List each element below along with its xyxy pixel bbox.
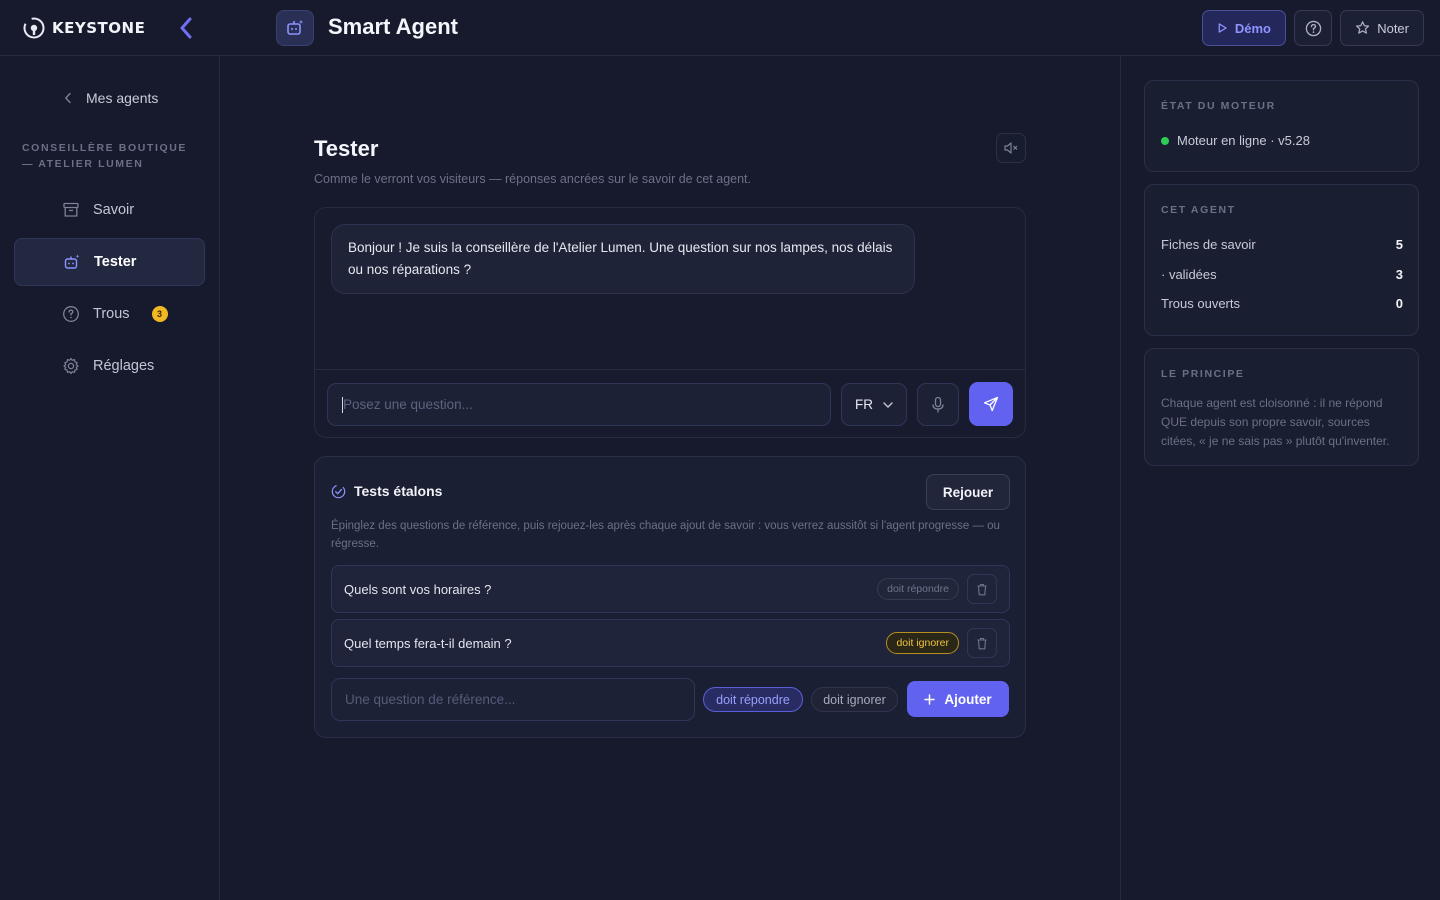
test-row: Quel temps fera-t-il demain ? doit ignor…	[331, 619, 1010, 667]
agent-stats-label: CET AGENT	[1161, 204, 1236, 216]
microphone-button[interactable]	[917, 383, 959, 426]
gaps-count-badge: 3	[151, 306, 168, 322]
delete-test-button[interactable]	[967, 574, 997, 604]
back-link-label: Mes agents	[86, 90, 159, 106]
stat-row: · validées 3	[1161, 267, 1403, 282]
demo-button-label: Démo	[1234, 20, 1271, 36]
microphone-icon	[932, 396, 944, 412]
check-circle-icon	[331, 484, 346, 498]
delete-test-button[interactable]	[967, 628, 997, 658]
chevron-left-icon	[180, 17, 192, 39]
expectation-badge[interactable]: doit ignorer	[886, 632, 959, 654]
stat-name: Fiches de savoir	[1161, 237, 1256, 252]
send-button[interactable]	[969, 382, 1013, 426]
chat-input-placeholder: Posez une question...	[343, 397, 473, 412]
engine-status-text: Moteur en ligne · v5.28	[1177, 133, 1310, 148]
question-circle-icon	[62, 305, 80, 323]
send-icon	[983, 396, 999, 412]
chevron-left-icon	[64, 92, 71, 104]
archive-icon	[62, 201, 80, 219]
robot-icon	[63, 253, 81, 271]
stat-row: Trous ouverts 0	[1161, 296, 1403, 311]
sidebar-item-label: Tester	[94, 254, 137, 270]
stat-value: 3	[1395, 267, 1403, 282]
brand-name: KEYSTONE	[52, 19, 146, 37]
stat-name: · validées	[1161, 267, 1217, 282]
language-select[interactable]: FR	[841, 383, 907, 426]
test-question: Quels sont vos horaires ?	[344, 581, 492, 597]
test-row: Quels sont vos horaires ? doit répondre	[331, 565, 1010, 613]
sidebar-item-label: Trous	[93, 306, 130, 322]
info-panel: ÉTAT DU MOTEUR Moteur en ligne · v5.28 C…	[1120, 56, 1440, 900]
demo-button[interactable]: Démo	[1202, 10, 1286, 46]
sidebar-item-reglages[interactable]: Réglages	[14, 342, 205, 390]
star-icon	[1355, 21, 1370, 34]
back-to-agents-link[interactable]: Mes agents	[64, 90, 158, 106]
expect-ignore-toggle[interactable]: doit ignorer	[811, 687, 898, 712]
replay-button[interactable]: Rejouer	[926, 474, 1010, 510]
stat-value: 0	[1395, 296, 1403, 311]
chat-input[interactable]: Posez une question...	[327, 383, 831, 426]
agent-avatar	[276, 10, 314, 46]
top-bar: KEYSTONE Smart Agent Démo Noter	[0, 0, 1440, 56]
trash-icon	[977, 637, 987, 649]
agent-message-bubble: Bonjour ! Je suis la conseillère de l'At…	[331, 224, 915, 294]
plus-icon	[924, 693, 936, 705]
rate-button-label: Noter	[1377, 20, 1409, 36]
sidebar-item-savoir[interactable]: Savoir	[14, 186, 205, 234]
speaker-mute-icon	[1004, 142, 1018, 154]
app-title: Smart Agent	[328, 14, 458, 39]
add-test-button[interactable]: Ajouter	[907, 681, 1009, 717]
trash-icon	[977, 583, 987, 595]
principle-label: LE PRINCIPE	[1161, 368, 1245, 380]
sidebar-item-trous[interactable]: Trous 3	[14, 290, 205, 338]
engine-status: Moteur en ligne · v5.28	[1161, 133, 1310, 148]
benchmark-tests-card: Tests étalons Rejouer Épinglez des quest…	[314, 456, 1026, 738]
sidebar: Mes agents CONSEILLÈRE BOUTIQUE — ATELIE…	[0, 56, 220, 900]
page-title: Tester	[314, 136, 379, 161]
sidebar-item-label: Savoir	[93, 202, 135, 218]
engine-status-label: ÉTAT DU MOTEUR	[1161, 100, 1276, 112]
robot-sparkle-icon	[287, 20, 303, 35]
gear-icon	[62, 357, 80, 375]
chat-preview: Bonjour ! Je suis la conseillère de l'At…	[314, 207, 1026, 438]
principle-card: LE PRINCIPE Chaque agent est cloisonné :…	[1144, 348, 1419, 466]
tests-title: Tests étalons	[354, 483, 443, 499]
help-icon	[1305, 20, 1321, 36]
sidebar-item-tester[interactable]: Tester	[14, 238, 205, 286]
main-content: Tester Comme le verront vos visiteurs — …	[220, 56, 1120, 900]
mute-button[interactable]	[996, 133, 1026, 163]
page-subtitle: Comme le verront vos visiteurs — réponse…	[314, 172, 751, 186]
rate-button[interactable]: Noter	[1340, 10, 1424, 46]
reference-question-input[interactable]: Une question de référence...	[331, 678, 695, 721]
stat-row: Fiches de savoir 5	[1161, 237, 1403, 252]
expectation-badge[interactable]: doit répondre	[877, 578, 959, 600]
tests-description: Épinglez des questions de référence, pui…	[331, 520, 1000, 550]
brand-logo[interactable]: KEYSTONE	[22, 16, 145, 40]
add-button-label: Ajouter	[944, 691, 992, 707]
collapse-sidebar-button[interactable]	[174, 14, 198, 42]
stat-name: Trous ouverts	[1161, 296, 1240, 311]
help-button[interactable]	[1294, 10, 1332, 46]
engine-status-card: ÉTAT DU MOTEUR Moteur en ligne · v5.28	[1144, 80, 1419, 172]
divider	[315, 369, 1025, 370]
play-icon	[1218, 23, 1227, 33]
agent-stats-card: CET AGENT Fiches de savoir 5 · validées …	[1144, 184, 1419, 336]
keystone-logo-icon	[23, 17, 45, 39]
test-question: Quel temps fera-t-il demain ?	[344, 635, 512, 651]
sidebar-item-label: Réglages	[93, 358, 155, 374]
tests-header: Tests étalons	[331, 483, 442, 499]
principle-text: Chaque agent est cloisonné : il ne répon…	[1161, 396, 1390, 448]
status-online-dot	[1161, 136, 1169, 145]
sidebar-nav: Savoir Tester Trous 3 Réglages	[14, 186, 205, 394]
language-value: FR	[855, 397, 873, 412]
agent-section-label: CONSEILLÈRE BOUTIQUE — ATELIER LUMEN	[22, 142, 188, 170]
stat-value: 5	[1395, 237, 1403, 252]
chevron-down-icon	[883, 401, 893, 408]
expect-answer-toggle[interactable]: doit répondre	[703, 687, 803, 712]
